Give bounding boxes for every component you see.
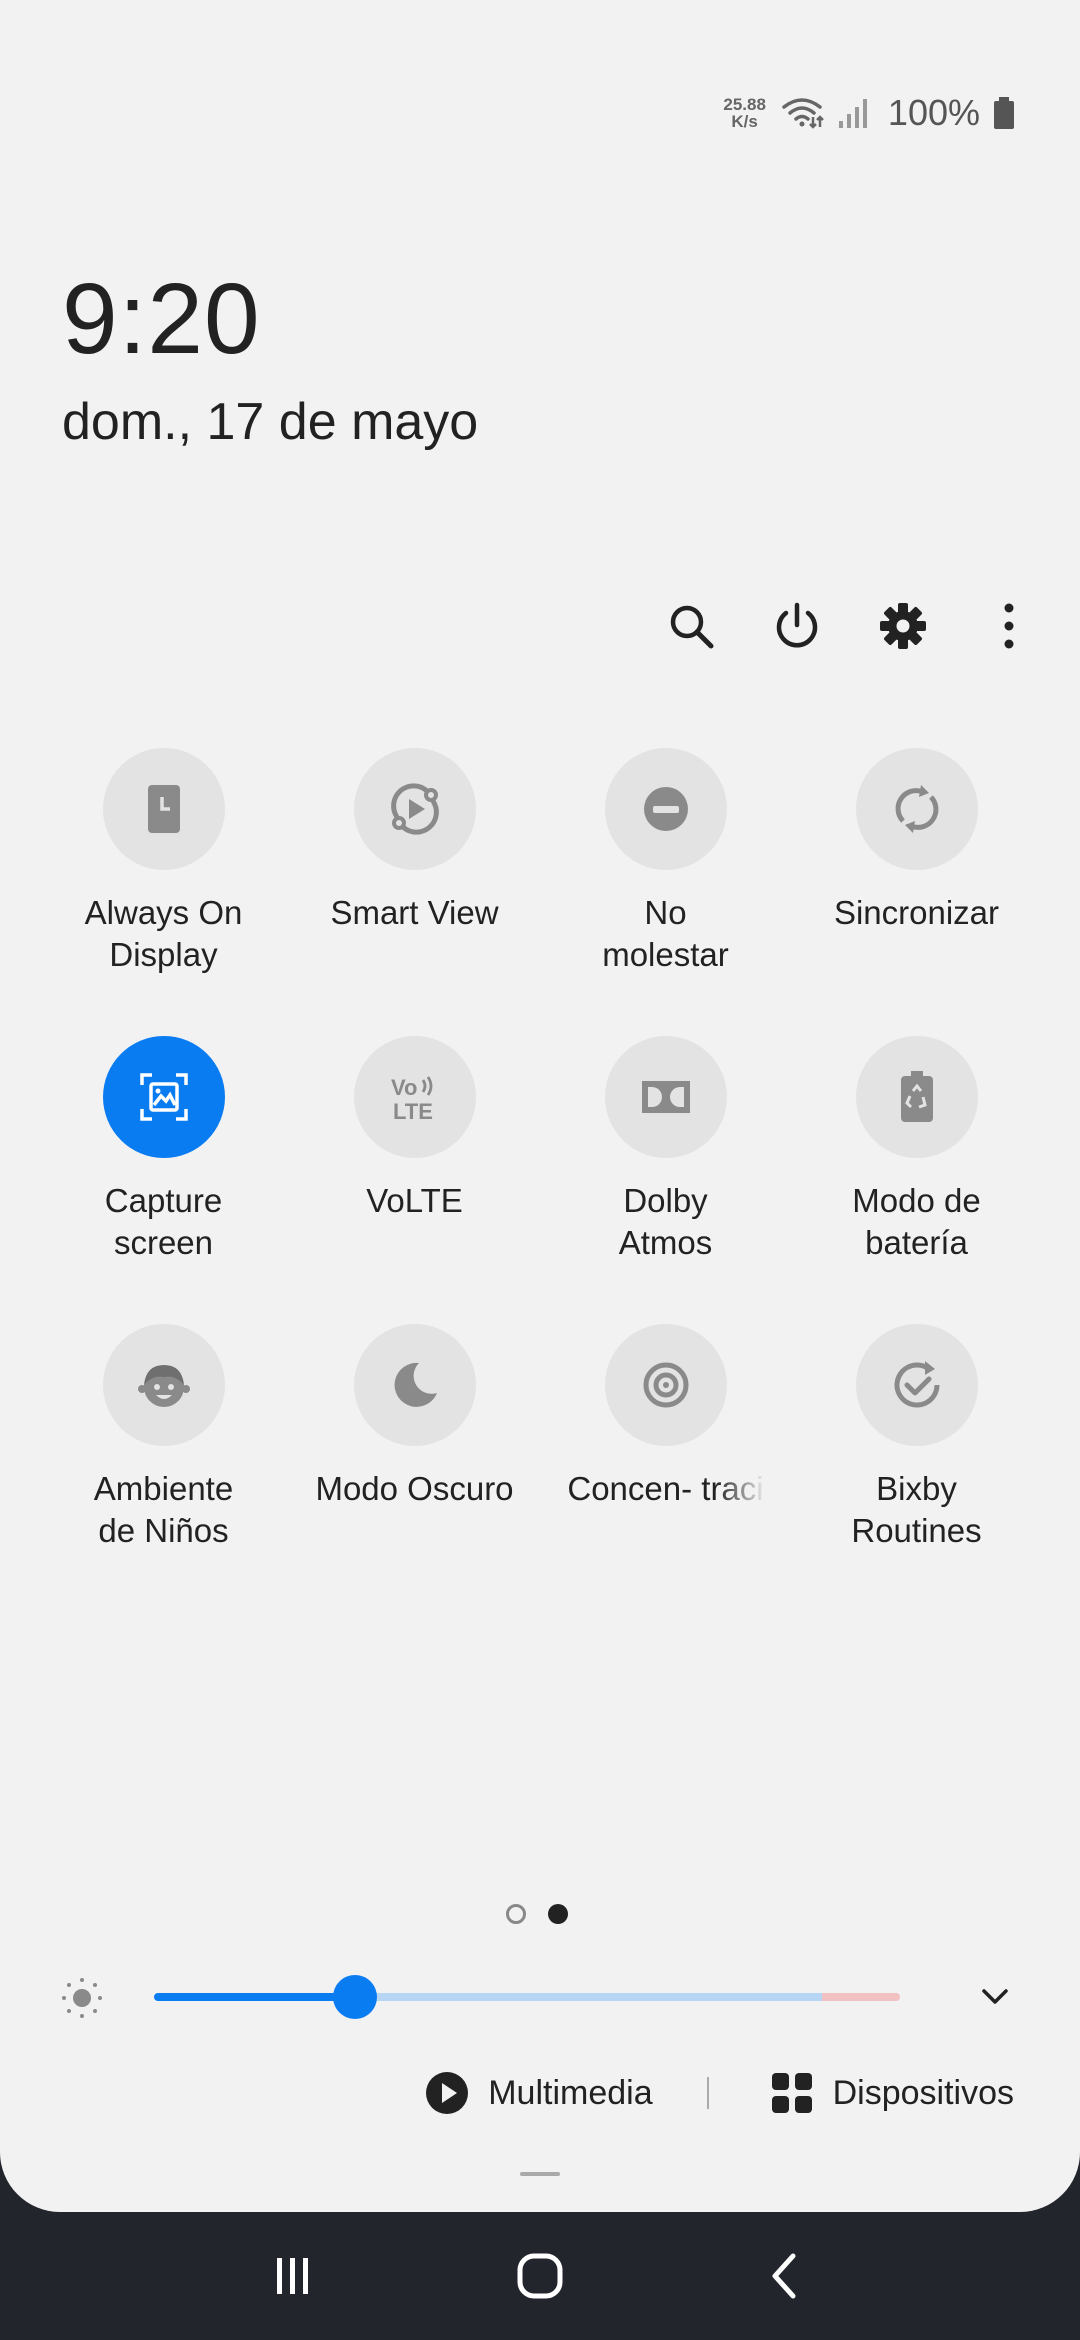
tile-icon-circle (353, 1324, 476, 1446)
tile-kids-mode[interactable]: Ambiente de Niños (38, 1324, 289, 1612)
tile-icon-circle (604, 748, 727, 870)
home-icon (517, 2253, 563, 2299)
back-button[interactable] (747, 2236, 827, 2316)
tile-icon-circle (855, 1036, 978, 1158)
tile-do-not-disturb[interactable]: No molestar (540, 748, 791, 1036)
tile-always-on-display[interactable]: Always On Display (38, 748, 289, 1036)
tile-label: No molestar (602, 894, 729, 973)
page-dot-2-current[interactable] (548, 1904, 568, 1924)
tile-focus-mode[interactable]: Concen- traci (540, 1324, 791, 1612)
recent-apps-icon (277, 2258, 309, 2294)
tile-label: Ambiente de Niños (93, 1470, 234, 1549)
status-bar: 25.88 K/s 100% (723, 92, 1014, 134)
devices-grid-icon (771, 2073, 812, 2113)
brightness-slider-fill (154, 1993, 356, 2001)
recent-apps-button[interactable] (253, 2236, 333, 2316)
tile-icon-circle (855, 1324, 978, 1446)
tile-label: Bixby Routines (851, 1470, 982, 1549)
network-speed-unit: K/s (731, 112, 758, 131)
focus-mode-icon (643, 1362, 688, 1408)
tile-label: Capture screen (104, 1182, 223, 1261)
volte-icon: Vo LTE (391, 1075, 433, 1124)
network-speed-value: 25.88 (723, 95, 766, 114)
tile-label: VoLTE (366, 1182, 463, 1219)
tile-battery-mode[interactable]: Modo de batería (791, 1036, 1042, 1324)
tile-label: Sincronizar (833, 894, 1000, 931)
battery-mode-icon (900, 1071, 933, 1122)
page-indicator (506, 1904, 568, 1924)
signal-icon (838, 99, 867, 128)
tile-label: Modo Oscuro (315, 1470, 514, 1507)
svg-text:LTE: LTE (393, 1099, 433, 1124)
kids-mode-icon (137, 1365, 190, 1407)
panel-drag-handle[interactable] (520, 2172, 560, 2176)
brightness-slider-track[interactable] (154, 1993, 900, 2001)
network-speed: 25.88 K/s (723, 96, 766, 130)
quick-panel: 25.88 K/s 100% 9:20 dom., 17 de mayo Alw… (0, 0, 1080, 2212)
do-not-disturb-icon (643, 787, 688, 831)
media-devices-row: Multimedia Dispositivos (424, 2070, 1014, 2116)
home-button[interactable] (500, 2236, 580, 2316)
clock-date[interactable]: dom., 17 de mayo (62, 392, 478, 452)
search-button[interactable] (660, 590, 722, 662)
play-icon (426, 2072, 469, 2114)
brightness-slider-thumb[interactable] (333, 1975, 378, 2019)
tile-icon-circle (855, 748, 978, 870)
back-icon (772, 2253, 796, 2299)
wifi-icon (782, 98, 824, 129)
multimedia-label: Multimedia (488, 2073, 653, 2112)
devices-label: Dispositivos (832, 2073, 1014, 2112)
settings-button[interactable] (872, 590, 934, 662)
brightness-control (60, 1966, 1020, 2026)
search-icon (670, 605, 714, 649)
brightness-icon (62, 1978, 102, 2018)
always-on-display-icon (147, 785, 180, 833)
tile-icon-circle (102, 748, 225, 870)
svg-text:Vo: Vo (391, 1075, 417, 1100)
chevron-down-icon[interactable] (970, 1972, 1020, 2022)
quick-settings-grid: Always On Display Smart View No molestar… (38, 748, 1042, 1612)
tile-label: Dolby Atmos (618, 1182, 713, 1261)
tile-bixby-routines[interactable]: Bixby Routines (791, 1324, 1042, 1612)
tile-icon-circle (604, 1324, 727, 1446)
capture-screen-icon (139, 1073, 188, 1121)
power-icon (776, 602, 818, 648)
settings-icon (880, 603, 926, 649)
sync-icon (895, 785, 938, 833)
tile-icon-circle (102, 1324, 225, 1446)
panel-toolbar (660, 590, 1040, 662)
tile-dark-mode[interactable]: Modo Oscuro (289, 1324, 540, 1612)
tile-icon-circle: Vo LTE (353, 1036, 476, 1158)
tile-icon-circle (604, 1036, 727, 1158)
tile-icon-circle (102, 1036, 225, 1158)
more-options-button[interactable] (978, 590, 1040, 662)
more-icon (1004, 603, 1014, 649)
tile-label: Smart View (330, 894, 499, 931)
smart-view-icon (390, 783, 439, 835)
devices-button[interactable]: Dispositivos (769, 2070, 1014, 2116)
tile-dolby-atmos[interactable]: Dolby Atmos (540, 1036, 791, 1324)
tile-sync[interactable]: Sincronizar (791, 748, 1042, 1036)
tile-label: Modo de batería (852, 1182, 981, 1261)
dolby-atmos-icon (641, 1081, 690, 1113)
tile-smart-view[interactable]: Smart View (289, 748, 540, 1036)
dark-mode-icon (394, 1362, 437, 1407)
tile-label: Always On Display (84, 894, 243, 973)
power-button[interactable] (766, 590, 828, 662)
battery-icon (994, 97, 1014, 129)
battery-percent: 100% (887, 92, 980, 133)
clock-time[interactable]: 9:20 (62, 262, 261, 377)
tile-icon-circle (353, 748, 476, 870)
tile-capture-screen[interactable]: Capture screen (38, 1036, 289, 1324)
brightness-high-zone (822, 1993, 900, 2001)
tile-volte[interactable]: Vo LTE VoLTE (289, 1036, 540, 1324)
media-divider (706, 2077, 709, 2109)
navigation-bar (0, 2212, 1080, 2340)
page-dot-1[interactable] (506, 1904, 526, 1924)
multimedia-button[interactable]: Multimedia (424, 2070, 653, 2116)
bixby-routines-icon (894, 1361, 939, 1408)
tile-label: Concen- traci (567, 1470, 764, 1507)
